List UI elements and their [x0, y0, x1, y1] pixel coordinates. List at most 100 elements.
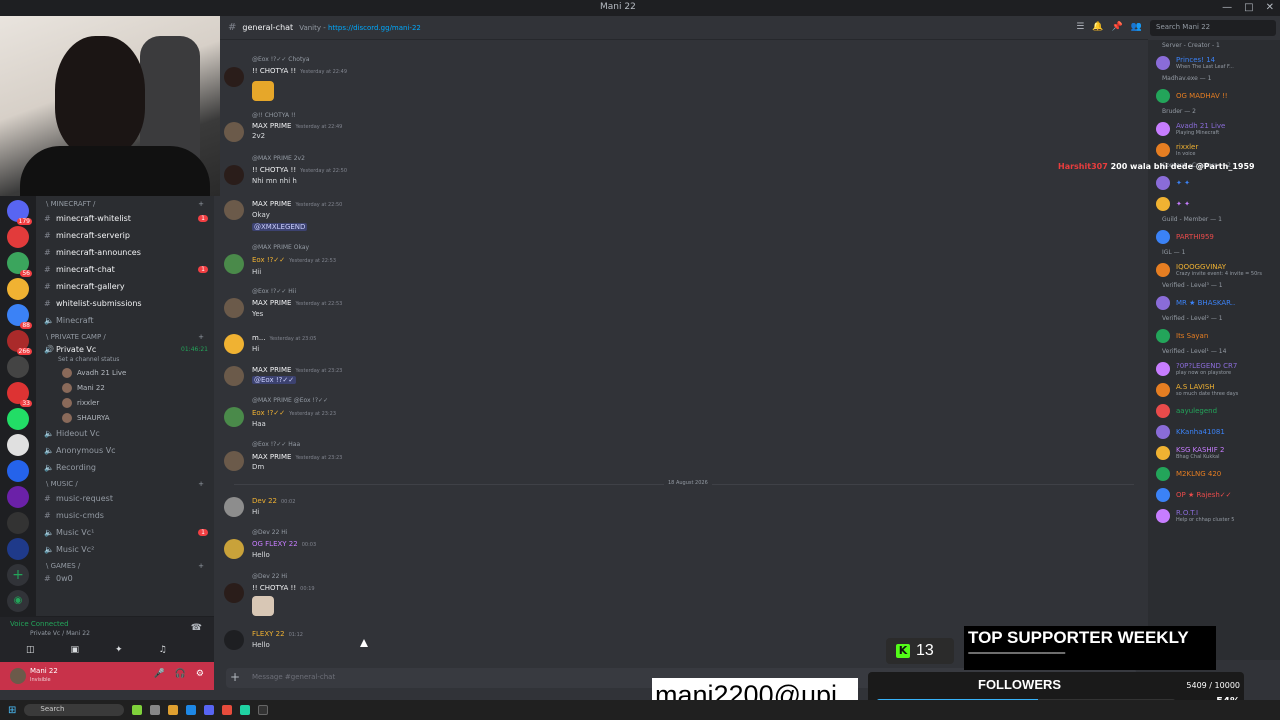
vc-user[interactable]: Avadh 21 Live — [36, 365, 214, 380]
search-input[interactable]: Search Mani 22 — [1150, 20, 1276, 36]
task-view-icon[interactable] — [150, 705, 161, 715]
channel-anonymous-vc[interactable]: 🔈 Anonymous Vc — [36, 442, 214, 459]
soundboard-icon[interactable]: ♫ — [159, 645, 167, 655]
member-row[interactable]: KSG KASHIF 2 Bhag Chal Kukkal — [1148, 442, 1280, 463]
member-row[interactable]: PARTHI959 — [1148, 226, 1280, 247]
member-row[interactable]: IQOOGGVINAY Crazy invite event: 4 invite … — [1148, 259, 1280, 280]
avatar[interactable] — [224, 539, 244, 559]
server-icon[interactable] — [7, 356, 29, 378]
windows-start-icon[interactable]: ⊞ — [8, 705, 16, 716]
reply-preview[interactable]: @Dev 22 Hi — [252, 573, 288, 580]
avatar[interactable] — [224, 122, 244, 142]
activities-icon[interactable]: ✦ — [115, 645, 123, 655]
pin-icon[interactable]: 📌 — [1112, 22, 1123, 32]
server-icon[interactable]: 266 — [7, 330, 32, 355]
user-mention[interactable]: @XMXLEGEND — [252, 223, 308, 231]
channel-minecraft-voice[interactable]: 🔈 Minecraft — [36, 312, 214, 329]
server-icon[interactable]: 33 — [7, 382, 32, 407]
channel-recording[interactable]: 🔈 Recording — [36, 459, 214, 476]
edge-icon[interactable] — [186, 705, 197, 715]
member-list-icon[interactable]: 👥 — [1131, 22, 1142, 32]
server-icon[interactable] — [7, 278, 29, 300]
avatar[interactable] — [224, 298, 244, 318]
member-row[interactable]: A.S LAVISH so much date three days — [1148, 379, 1280, 400]
channel-hideout-vc[interactable]: 🔈 Hideout Vc — [36, 425, 214, 442]
category-games[interactable]: \ GAMES / + — [36, 558, 214, 572]
close-icon[interactable]: ✕ — [1266, 2, 1274, 13]
app-icon[interactable] — [240, 705, 251, 715]
channel-0w0[interactable]: #0w0 — [36, 572, 214, 584]
member-row[interactable]: ✦ ✦ — [1148, 193, 1280, 214]
server-icon[interactable]: 56 — [7, 252, 32, 277]
avatar[interactable] — [224, 254, 244, 274]
microphone-icon[interactable]: 🎤 — [153, 669, 164, 679]
reply-preview[interactable]: @MAX PRIME 2v2 — [252, 155, 305, 162]
notification-bell-icon[interactable]: 🔔 — [1092, 22, 1103, 32]
headphones-icon[interactable]: 🎧 — [175, 669, 186, 679]
category-minecraft[interactable]: \ MINECRAFT / + — [36, 196, 214, 210]
category-music[interactable]: \ MUSIC / + — [36, 476, 214, 490]
chrome-icon[interactable] — [222, 705, 233, 715]
avatar[interactable] — [224, 451, 244, 471]
avatar[interactable] — [224, 200, 244, 220]
channel-music-cmds[interactable]: # music-cmds — [36, 507, 214, 524]
avatar[interactable] — [224, 407, 244, 427]
avatar[interactable] — [224, 67, 244, 87]
discord-icon[interactable] — [204, 705, 215, 715]
voice-location[interactable]: Private Vc / Mani 22 — [30, 630, 90, 637]
channel-minecraft-announces[interactable]: # minecraft-announces — [36, 244, 214, 261]
member-row[interactable]: MR ★ BHASKAR.. — [1148, 292, 1280, 313]
reply-preview[interactable]: @!! CHOTYA !! — [252, 112, 296, 119]
member-row[interactable]: M2KLNG 420 — [1148, 463, 1280, 484]
member-row[interactable]: R.O.T.I Help or chhap cluster 5 — [1148, 505, 1280, 526]
server-icon[interactable] — [7, 434, 29, 456]
avatar[interactable] — [10, 668, 26, 684]
screen-share-icon[interactable]: ▣ — [71, 645, 80, 655]
vc-user[interactable]: Mani 22 — [36, 380, 214, 395]
channel-whitelist-submissions[interactable]: # whitelist-submissions — [36, 295, 214, 312]
channel-minecraft-chat[interactable]: # minecraft-chat 1 — [36, 261, 214, 278]
taskbar-search[interactable]: Search — [24, 704, 125, 716]
channel-private-vc[interactable]: 🔊 Private Vc 01:46:21 — [36, 343, 214, 356]
reply-preview[interactable]: @MAX PRIME @Eox !?✓✓ — [252, 397, 328, 404]
threads-icon[interactable]: ☰ — [1076, 22, 1084, 32]
server-icon[interactable]: 179 — [7, 200, 32, 225]
avatar[interactable] — [224, 334, 244, 354]
avatar[interactable] — [224, 497, 244, 517]
member-row[interactable]: Its Sayan — [1148, 325, 1280, 346]
server-icon[interactable] — [7, 460, 29, 482]
member-row[interactable]: OP ★ Rajesh✓✓ — [1148, 484, 1280, 505]
channel-minecraft-serverip[interactable]: # minecraft-serverip — [36, 227, 214, 244]
server-icon[interactable] — [7, 226, 29, 248]
channel-music-request[interactable]: # music-request — [36, 490, 214, 507]
explore-servers-icon[interactable]: ◉ — [7, 590, 29, 612]
channel-music-vc-1[interactable]: 🔈 Music Vc¹ 1 — [36, 524, 214, 541]
member-row[interactable]: ✦ ✦ — [1148, 172, 1280, 193]
reply-preview[interactable]: @Dev 22 Hi — [252, 529, 288, 536]
reply-preview[interactable]: @MAX PRIME Okay — [252, 244, 309, 251]
member-row[interactable]: KKanha41081 — [1148, 421, 1280, 442]
add-attachment-icon[interactable]: + — [230, 670, 240, 684]
member-row[interactable]: aayulegend — [1148, 400, 1280, 421]
server-icon[interactable] — [7, 486, 29, 508]
vc-user[interactable]: SHAURYA — [36, 410, 214, 425]
member-row[interactable]: Avadh 21 Live Playing Minecraft — [1148, 118, 1280, 139]
category-private-camp[interactable]: \ PRIVATE CAMP / + — [36, 329, 214, 343]
vc-user[interactable]: rixxler — [36, 395, 214, 410]
reply-preview[interactable]: @Eox !?✓✓ Hii — [252, 288, 296, 295]
camera-off-icon[interactable]: ◫ — [26, 645, 35, 655]
disconnect-icon[interactable]: ☎ — [191, 623, 202, 633]
avatar[interactable] — [224, 630, 244, 650]
server-icon[interactable]: 88 — [7, 304, 32, 329]
topic-link[interactable]: https://discord.gg/mani-22 — [328, 24, 421, 32]
file-explorer-icon[interactable] — [168, 705, 179, 715]
member-row[interactable]: Princes! 14 When The Last Leaf F... — [1148, 52, 1280, 73]
member-row[interactable]: rixxler In voice — [1148, 139, 1280, 160]
channel-music-vc-2[interactable]: 🔈 Music Vc² — [36, 541, 214, 558]
server-icon[interactable] — [7, 512, 29, 534]
obs-icon[interactable] — [258, 705, 269, 715]
settings-gear-icon[interactable]: ⚙ — [196, 669, 204, 679]
reply-preview[interactable]: @Eox !?✓✓ Haa — [252, 441, 300, 448]
channel-minecraft-whitelist[interactable]: # minecraft-whitelist 1 — [36, 210, 214, 227]
maximize-icon[interactable]: □ — [1244, 2, 1253, 13]
